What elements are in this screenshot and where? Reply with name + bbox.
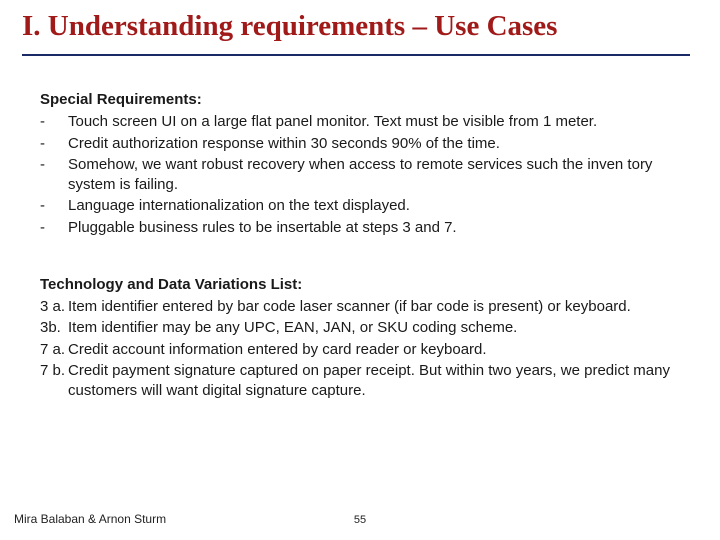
tech-variation-text: Credit account information entered by ca…	[68, 340, 686, 360]
tech-variations-heading: Technology and Data Variations List:	[40, 275, 686, 295]
tech-variation-item: 7 a. Credit account information entered …	[40, 340, 686, 360]
tech-variation-text: Item identifier entered by bar code lase…	[68, 297, 686, 317]
bullet-dash: -	[40, 134, 68, 154]
footer-page-number: 55	[0, 514, 720, 526]
bullet-dash: -	[40, 218, 68, 238]
item-marker: 3 a.	[40, 297, 68, 317]
bullet-dash: -	[40, 112, 68, 132]
special-req-item: - Credit authorization response within 3…	[40, 134, 686, 154]
tech-variation-item: 7 b. Credit payment signature captured o…	[40, 361, 686, 402]
tech-variation-item: 3 a. Item identifier entered by bar code…	[40, 297, 686, 317]
tech-variation-item: 3b. Item identifier may be any UPC, EAN,…	[40, 318, 686, 338]
special-requirements-heading: Special Requirements:	[40, 90, 686, 110]
title-underline	[22, 54, 690, 56]
item-marker: 7 b.	[40, 361, 68, 402]
tech-variation-text: Item identifier may be any UPC, EAN, JAN…	[68, 318, 686, 338]
special-req-item: - Pluggable business rules to be inserta…	[40, 218, 686, 238]
item-marker: 7 a.	[40, 340, 68, 360]
tech-variation-text: Credit payment signature captured on pap…	[68, 361, 686, 402]
special-req-text: Pluggable business rules to be insertabl…	[68, 218, 686, 238]
special-req-text: Touch screen UI on a large flat panel mo…	[68, 112, 686, 132]
bullet-dash: -	[40, 155, 68, 196]
special-req-text: Credit authorization response within 30 …	[68, 134, 686, 154]
special-req-item: - Somehow, we want robust recovery when …	[40, 155, 686, 196]
item-marker: 3b.	[40, 318, 68, 338]
page-title: I. Understanding requirements – Use Case…	[22, 10, 698, 43]
slide: I. Understanding requirements – Use Case…	[0, 0, 720, 540]
bullet-dash: -	[40, 196, 68, 216]
special-req-text: Language internationalization on the tex…	[68, 196, 686, 216]
special-req-text: Somehow, we want robust recovery when ac…	[68, 155, 686, 196]
special-req-item: - Touch screen UI on a large flat panel …	[40, 112, 686, 132]
slide-body: Special Requirements: - Touch screen UI …	[40, 88, 686, 402]
special-req-item: - Language internationalization on the t…	[40, 196, 686, 216]
